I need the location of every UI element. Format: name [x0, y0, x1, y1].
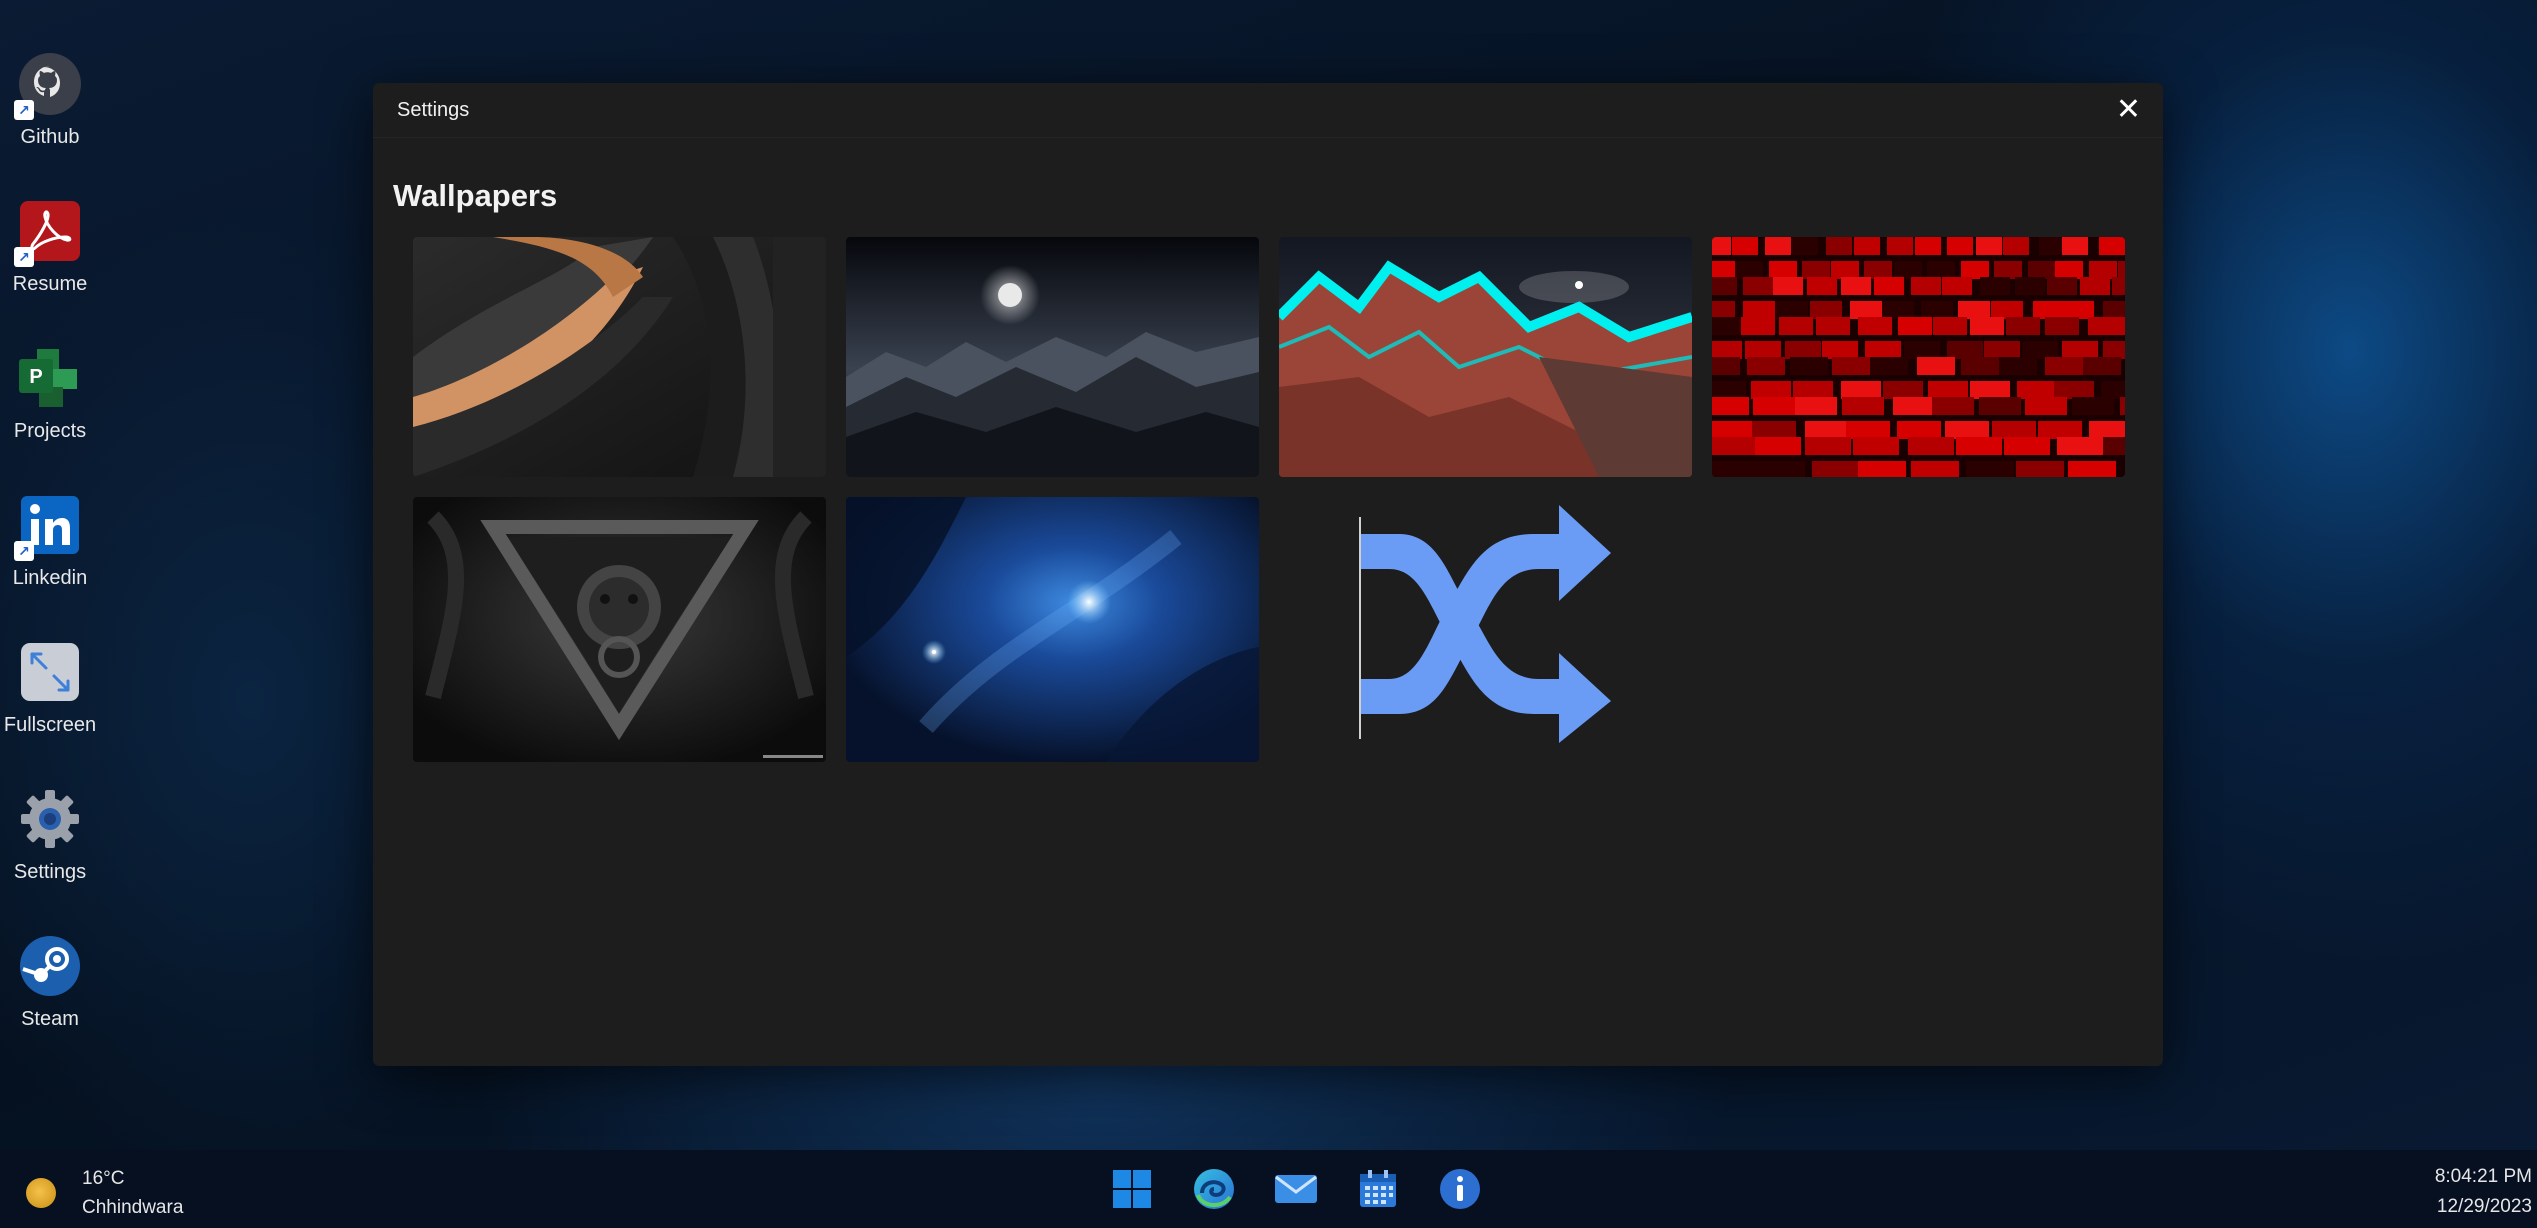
pdf-icon: ↗ — [14, 197, 84, 267]
weather-widget[interactable]: 16°C Chhindwara — [26, 1164, 183, 1222]
desktop-icon-label: Linkedin — [12, 567, 88, 589]
svg-text:P: P — [29, 366, 42, 388]
desktop-icon-label: Steam — [21, 1008, 79, 1030]
desktop-icon-label: Github — [20, 126, 80, 148]
shortcut-arrow-icon: ↗ — [14, 247, 34, 267]
mail-button[interactable] — [1272, 1165, 1320, 1213]
wallpaper-thumbnail[interactable] — [413, 237, 826, 477]
shortcut-arrow-icon: ↗ — [14, 541, 34, 561]
desktop-icon-resume[interactable]: ↗ Resume — [0, 197, 100, 296]
weather-temperature: 16°C — [82, 1168, 125, 1189]
steam-icon — [16, 932, 84, 1000]
edge-button[interactable] — [1190, 1165, 1238, 1213]
taskbar-apps — [1108, 1165, 1484, 1213]
edge-icon — [1194, 1169, 1234, 1209]
sun-icon — [26, 1178, 56, 1208]
desktop-icon-github[interactable]: ↗ Github — [0, 50, 100, 149]
gear-icon — [16, 785, 84, 853]
window-title: Settings — [397, 98, 470, 121]
desktop-icon-linkedin[interactable]: ↗ Linkedin — [0, 491, 100, 590]
shuffle-button[interactable] — [1279, 497, 1692, 762]
clock-time: 8:04:21 PM — [2434, 1166, 2532, 1187]
wallpaper-thumbnail[interactable] — [1712, 237, 2125, 477]
clock-date: 12/29/2023 — [2436, 1196, 2532, 1217]
desktop-icon-settings[interactable]: Settings — [0, 785, 100, 884]
wallpaper-thumbnail[interactable] — [413, 497, 826, 762]
windows-icon — [1113, 1170, 1151, 1208]
desktop-icon-steam[interactable]: Steam — [0, 932, 100, 1031]
calendar-button[interactable] — [1354, 1165, 1402, 1213]
shortcut-arrow-icon: ↗ — [14, 100, 34, 120]
wallpaper-thumbnail[interactable] — [846, 237, 1259, 477]
desktop-icon-label: Projects — [13, 420, 87, 442]
start-button[interactable] — [1108, 1165, 1156, 1213]
info-icon — [1440, 1169, 1480, 1209]
project-icon: P — [16, 344, 84, 412]
section-title: Wallpapers — [393, 178, 558, 213]
info-button[interactable] — [1436, 1165, 1484, 1213]
desktop-icon-label: Settings — [13, 861, 87, 883]
desktop-icon-label: Resume — [12, 273, 88, 295]
weather-location: Chhindwara — [82, 1197, 184, 1218]
system-clock[interactable]: 8:04:21 PM 12/29/2023 — [2435, 1162, 2532, 1222]
close-icon[interactable]: ✕ — [2116, 95, 2141, 125]
window-titlebar: Settings ✕ — [373, 83, 2163, 138]
mail-icon — [1275, 1175, 1317, 1203]
linkedin-icon: ↗ — [14, 491, 84, 561]
calendar-icon — [1360, 1170, 1396, 1207]
desktop-icon-projects[interactable]: P Projects — [0, 344, 100, 443]
wallpaper-thumbnail[interactable] — [1279, 237, 1692, 477]
desktop-icon-label: Fullscreen — [3, 714, 97, 736]
fullscreen-icon — [16, 638, 84, 706]
desktop-icon-fullscreen[interactable]: Fullscreen — [0, 638, 100, 737]
shuffle-icon — [1359, 505, 1611, 743]
github-icon: ↗ — [14, 50, 84, 120]
wallpaper-thumbnail[interactable] — [846, 497, 1259, 762]
taskbar: 16°C Chhindwara 8:04:21 PM 12/29/2023 — [0, 1150, 2537, 1228]
settings-window: Settings ✕ Wallpapers — [373, 83, 2163, 1066]
